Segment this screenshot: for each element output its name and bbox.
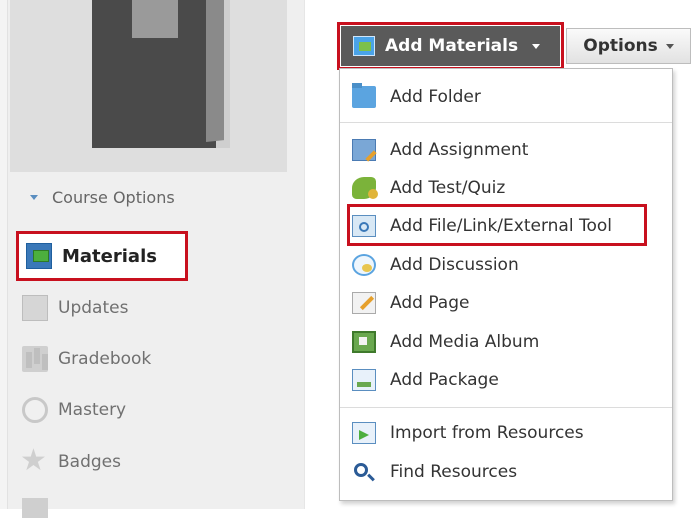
sidebar-item-label: Updates bbox=[58, 298, 129, 318]
course-options-toggle[interactable]: Course Options bbox=[30, 182, 175, 212]
sidebar-item-updates[interactable]: Updates bbox=[22, 288, 128, 328]
sidebar-item-label: Badges bbox=[58, 452, 121, 472]
mastery-icon bbox=[22, 397, 48, 423]
sidebar-item-label: Mastery bbox=[58, 400, 127, 420]
menu-item-label: Add Page bbox=[390, 293, 470, 313]
menu-item-add-media-album[interactable]: Add Media Album bbox=[352, 325, 539, 359]
updates-icon bbox=[22, 295, 48, 321]
menu-item-label: Add Discussion bbox=[390, 255, 519, 275]
book-spine bbox=[206, 0, 224, 142]
gradebook-icon bbox=[22, 346, 48, 372]
menu-item-add-file-link-external-tool[interactable]: Add File/Link/External Tool bbox=[352, 209, 612, 243]
sidebar-item-gradebook[interactable]: Gradebook bbox=[22, 339, 151, 379]
sidebar-item-mastery[interactable]: Mastery bbox=[22, 390, 126, 430]
chevron-down-icon bbox=[532, 43, 541, 49]
menu-item-label: Add Package bbox=[390, 370, 499, 390]
menu-item-add-package[interactable]: Add Package bbox=[352, 363, 499, 397]
add-materials-label: Add Materials bbox=[385, 36, 519, 56]
sidebar-item-badges[interactable]: Badges bbox=[20, 442, 121, 482]
attendance-icon bbox=[22, 498, 48, 518]
menu-item-import-from-resources[interactable]: Import from Resources bbox=[352, 416, 584, 450]
menu-item-add-test-quiz[interactable]: Add Test/Quiz bbox=[352, 171, 505, 205]
menu-item-label: Add Test/Quiz bbox=[390, 178, 506, 198]
menu-item-label: Find Resources bbox=[390, 462, 518, 482]
materials-icon bbox=[26, 243, 52, 269]
test-quiz-icon bbox=[352, 177, 378, 199]
options-label: Options bbox=[583, 36, 658, 56]
menu-separator bbox=[340, 122, 672, 123]
options-button[interactable]: Options bbox=[566, 28, 691, 64]
menu-item-add-discussion[interactable]: Add Discussion bbox=[352, 248, 519, 282]
menu-item-label: Add Media Album bbox=[390, 332, 540, 352]
media-album-icon bbox=[352, 331, 376, 353]
package-icon bbox=[352, 369, 376, 391]
badges-icon bbox=[20, 443, 48, 478]
menu-item-add-folder[interactable]: Add Folder bbox=[352, 80, 481, 114]
menu-item-add-page[interactable]: Add Page bbox=[352, 286, 469, 320]
menu-item-find-resources[interactable]: Find Resources bbox=[352, 455, 517, 489]
chevron-down-icon bbox=[665, 43, 674, 49]
file-link-icon bbox=[352, 215, 376, 237]
find-resources-icon bbox=[354, 463, 368, 477]
materials-icon bbox=[353, 36, 375, 56]
menu-item-label: Add Folder bbox=[390, 87, 481, 107]
menu-separator bbox=[340, 407, 672, 408]
menu-item-label: Import from Resources bbox=[390, 423, 584, 443]
course-options-label: Course Options bbox=[52, 187, 175, 207]
menu-item-label: Add Assignment bbox=[390, 140, 529, 160]
sidebar-item-materials[interactable]: Materials bbox=[26, 238, 157, 274]
left-window-border bbox=[0, 0, 8, 509]
add-materials-button[interactable]: Add Materials bbox=[341, 26, 560, 66]
folder-icon bbox=[352, 83, 376, 108]
page-icon bbox=[352, 292, 376, 314]
chevron-down-icon bbox=[30, 194, 38, 200]
import-icon bbox=[352, 422, 376, 444]
sidebar-item-label: Gradebook bbox=[58, 349, 152, 369]
book-label bbox=[132, 0, 178, 38]
discussion-icon bbox=[352, 254, 376, 276]
course-picture bbox=[10, 0, 287, 172]
menu-item-label: Add File/Link/External Tool bbox=[390, 216, 612, 236]
menu-item-add-assignment[interactable]: Add Assignment bbox=[352, 133, 528, 167]
assignment-icon bbox=[352, 139, 376, 161]
sidebar-item-label: Materials bbox=[62, 245, 157, 267]
